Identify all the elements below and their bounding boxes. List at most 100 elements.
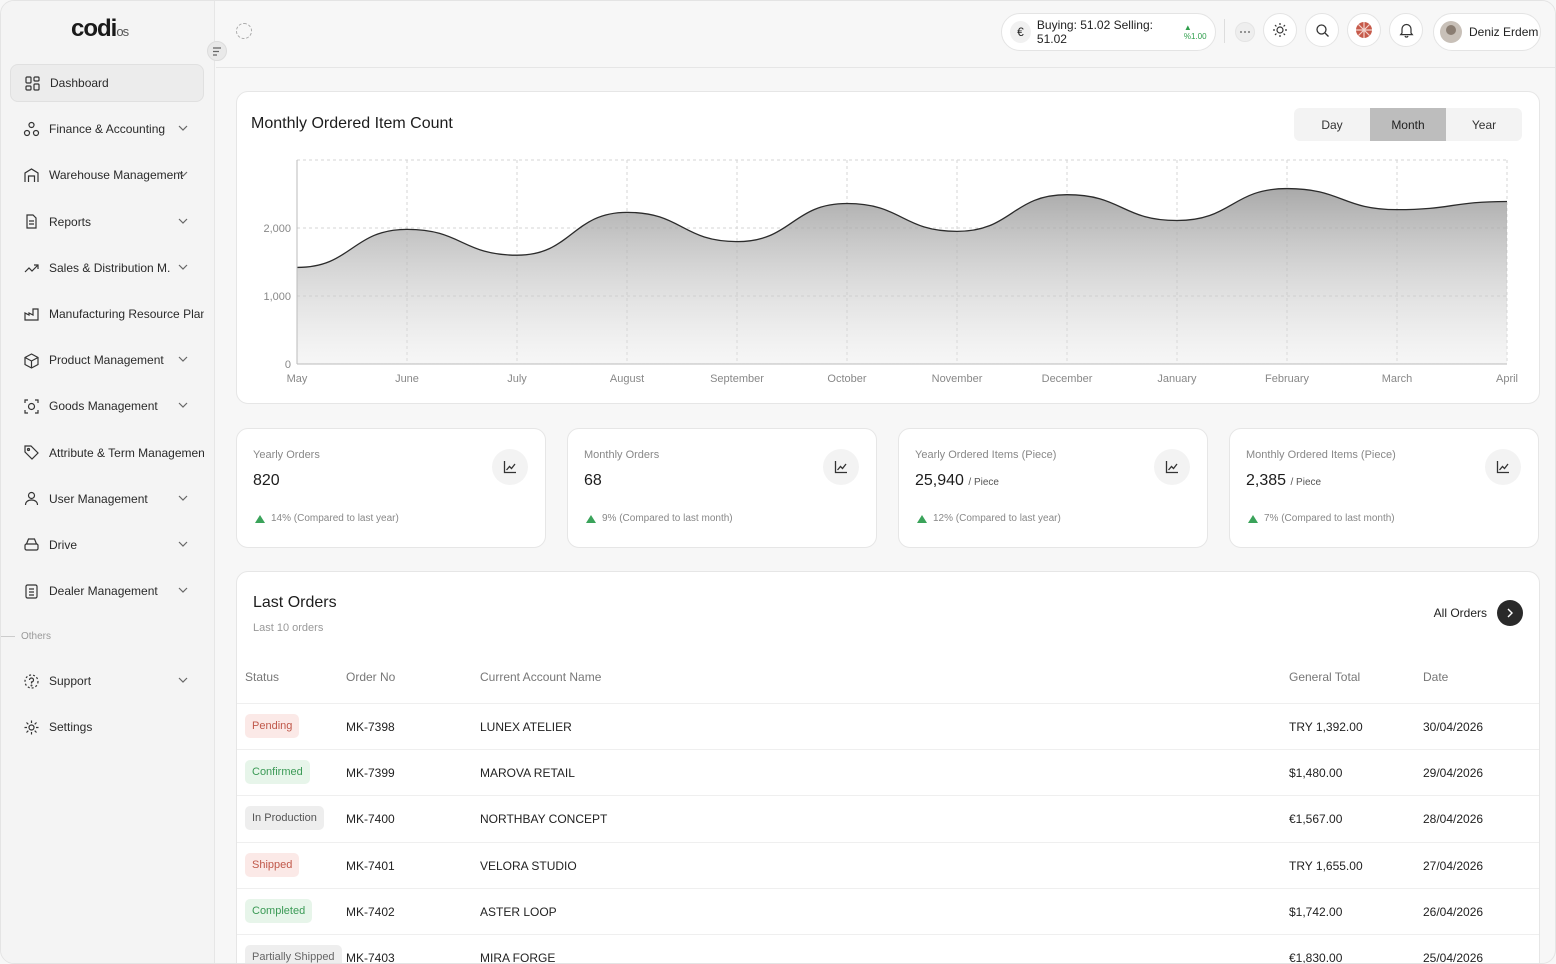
stat-value: 25,940: [915, 472, 964, 489]
data-point-march[interactable]: [1391, 204, 1403, 216]
table-row[interactable]: Confirmed MK-7399 MAROVA RETAIL $1,480.00 29…: [237, 749, 1539, 795]
data-point-april[interactable]: [1501, 195, 1513, 207]
sidebar-item-attribute-term-management[interactable]: Attribute & Term Management: [10, 434, 204, 472]
sidebar-collapse-button[interactable]: [207, 41, 227, 61]
trend-up-icon: [586, 514, 596, 523]
order-date: 28/04/2026: [1423, 812, 1484, 827]
finance-icon: [23, 121, 40, 136]
data-point-july[interactable]: [511, 249, 523, 261]
stat-delta-text: 14% (Compared to last year): [271, 513, 399, 524]
stat-delta: 12% (Compared to last year): [917, 513, 1061, 524]
trend-chart-icon: [834, 461, 847, 474]
sidebar-item-user-management[interactable]: User Management: [10, 480, 204, 518]
data-point-june[interactable]: [401, 223, 413, 235]
search-icon: [1315, 23, 1329, 37]
stat-value-wrap: 25,940 / Piece: [915, 472, 999, 490]
more-dots-icon: [1240, 31, 1250, 33]
column-header[interactable]: Date: [1423, 670, 1448, 684]
sidebar-item-dealer-management[interactable]: Dealer Management: [10, 572, 204, 610]
x-tick-label: July: [507, 373, 527, 385]
language-button[interactable]: [1347, 13, 1381, 47]
table-row[interactable]: Pending MK-7398 LUNEX ATELIER TRY 1,392.00 3…: [237, 703, 1539, 749]
warehouse-icon: [24, 168, 39, 182]
order-no[interactable]: MK-7403: [346, 951, 395, 963]
sidebar-item-drive[interactable]: Drive: [10, 526, 204, 564]
stat-card: Monthly Orders 68 9% (Compared to last mo…: [567, 428, 877, 548]
stat-chart-button[interactable]: [1485, 449, 1521, 485]
app-window: codios Dashboard Finance & Accounting Ware…: [0, 0, 1556, 964]
account-name: MAROVA RETAIL: [480, 766, 575, 781]
theme-toggle-button[interactable]: [1263, 13, 1297, 47]
stat-chart-button[interactable]: [823, 449, 859, 485]
order-date: 25/04/2026: [1423, 951, 1484, 964]
goods-icon: [24, 399, 39, 414]
sidebar-item-product-management[interactable]: Product Management: [10, 341, 204, 379]
order-date: 30/04/2026: [1423, 720, 1484, 734]
sidebar-item-dashboard[interactable]: Dashboard: [10, 64, 204, 102]
sidebar-item-sales-distribution-m[interactable]: Sales & Distribution M.: [10, 249, 204, 287]
sidebar-item-support[interactable]: Support: [10, 662, 204, 700]
table-row[interactable]: Completed MK-7402 ASTER LOOP $1,742.00 26/04…: [237, 887, 1539, 934]
sidebar-item-label: Support: [49, 674, 92, 688]
trend-up-icon: [255, 514, 265, 523]
status-badge: Confirmed: [245, 760, 310, 785]
all-orders-link[interactable]: All Orders: [1434, 600, 1523, 626]
orders-subtitle: Last 10 orders: [253, 622, 324, 634]
sidebar-item-label: Manufacturing Resource Planni: [49, 306, 204, 321]
more-options-button[interactable]: [1235, 22, 1255, 42]
sidebar-item-settings[interactable]: Settings: [10, 708, 204, 746]
order-no[interactable]: MK-7398: [346, 720, 395, 734]
order-no[interactable]: MK-7400: [346, 812, 395, 826]
sidebar-nav-others: Support Settings: [10, 662, 204, 754]
stat-label: Monthly Ordered Items (Piece): [1246, 449, 1396, 461]
stat-unit: / Piece: [1290, 477, 1322, 488]
notifications-button[interactable]: [1389, 13, 1423, 47]
data-point-december[interactable]: [1061, 189, 1073, 201]
column-header[interactable]: Current Account Name: [480, 670, 601, 684]
sidebar-item-warehouse-management[interactable]: Warehouse Management: [10, 156, 204, 194]
y-tick-label: 0: [285, 359, 291, 371]
account-name: NORTHBAY CONCEPT: [480, 812, 608, 827]
stat-card: Yearly Orders 820 14% (Compared to last y…: [236, 428, 546, 548]
column-header[interactable]: General Total: [1289, 670, 1360, 684]
sidebar-item-goods-management[interactable]: Goods Management: [10, 387, 204, 425]
sidebar-item-reports[interactable]: Reports: [10, 203, 204, 241]
stat-value-wrap: 2,385 / Piece: [1246, 472, 1321, 490]
stat-chart-button[interactable]: [492, 449, 528, 485]
currency-change-value: %1.00: [1183, 32, 1207, 41]
y-tick-label: 2,000: [263, 223, 291, 235]
currency-rate-widget[interactable]: € Buying: 51.02 Selling: 51.02 ▲ %1.00: [1001, 13, 1216, 51]
data-point-october[interactable]: [841, 198, 853, 210]
sidebar-item-finance-accounting[interactable]: Finance & Accounting: [10, 110, 204, 148]
data-point-may[interactable]: [291, 261, 303, 273]
data-point-august[interactable]: [621, 206, 633, 218]
user-menu[interactable]: Deniz Erdem: [1433, 13, 1541, 51]
order-no[interactable]: MK-7399: [346, 766, 395, 780]
trend-up-icon: [1248, 514, 1258, 523]
data-point-november[interactable]: [951, 225, 963, 237]
data-point-september[interactable]: [731, 236, 743, 248]
order-no[interactable]: MK-7401: [346, 859, 395, 873]
sidebar-nav: Dashboard Finance & Accounting Warehouse M…: [10, 64, 204, 618]
brand-logo[interactable]: codios: [71, 15, 129, 43]
table-row[interactable]: Partially Shipped MK-7403 MIRA FORGE €1,830…: [237, 934, 1539, 964]
trend-chart-icon: [503, 461, 516, 474]
manufacturing-icon: [24, 308, 39, 322]
chevron-down-icon: [178, 587, 188, 593]
search-button[interactable]: [1305, 13, 1339, 47]
chevron-down-icon: [178, 677, 188, 683]
all-orders-label: All Orders: [1433, 606, 1487, 620]
sidebar-item-label: Dashboard: [50, 76, 109, 90]
table-row[interactable]: In Production MK-7400 NORTHBAY CONCEPT €1,5…: [237, 795, 1539, 841]
stat-label: Yearly Ordered Items (Piece): [915, 449, 1057, 461]
sidebar-item-manufacturing-resource-planni[interactable]: Manufacturing Resource Planni: [10, 295, 204, 333]
logo-suffix: os: [116, 24, 129, 39]
sun-icon: [1273, 23, 1287, 37]
data-point-january[interactable]: [1171, 215, 1183, 227]
column-header[interactable]: Order No: [346, 670, 395, 684]
table-row[interactable]: Shipped MK-7401 VELORA STUDIO TRY 1,655.00 2…: [237, 841, 1539, 888]
column-header[interactable]: Status: [245, 670, 279, 684]
data-point-february[interactable]: [1281, 183, 1293, 195]
order-no[interactable]: MK-7402: [346, 905, 395, 919]
stat-chart-button[interactable]: [1154, 449, 1190, 485]
